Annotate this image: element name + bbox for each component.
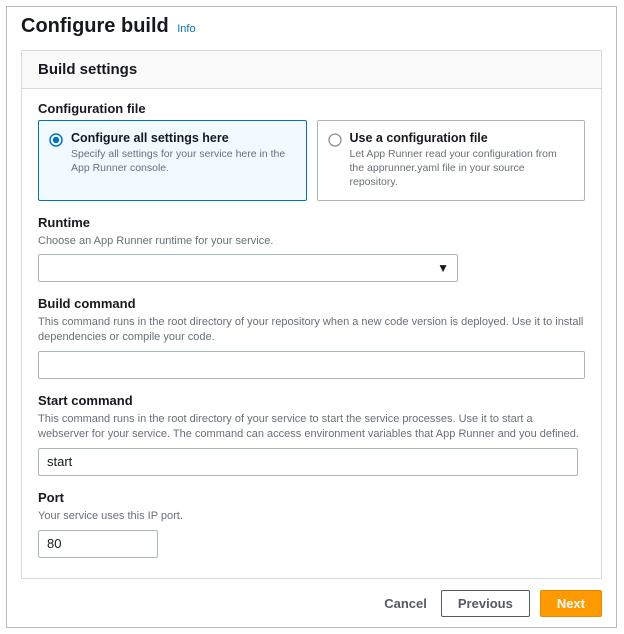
port-input[interactable] <box>38 530 158 558</box>
cancel-button[interactable]: Cancel <box>380 590 431 617</box>
runtime-label: Runtime <box>38 215 585 230</box>
page-header: Configure build Info <box>7 7 616 50</box>
radio-desc: Let App Runner read your configuration f… <box>350 147 575 190</box>
previous-button[interactable]: Previous <box>441 590 530 617</box>
build-command-label: Build command <box>38 296 585 311</box>
port-desc: Your service uses this IP port. <box>38 509 585 524</box>
start-command-desc: This command runs in the root directory … <box>38 412 585 442</box>
build-command-desc: This command runs in the root directory … <box>38 315 585 345</box>
build-command-input[interactable] <box>38 351 585 379</box>
start-command-field: Start command This command runs in the r… <box>38 393 585 476</box>
radio-content: Use a configuration file Let App Runner … <box>350 131 575 190</box>
radio-title: Configure all settings here <box>71 131 296 145</box>
info-link[interactable]: Info <box>177 23 195 35</box>
next-button[interactable]: Next <box>540 590 602 617</box>
port-field: Port Your service uses this IP port. <box>38 490 585 558</box>
radio-configure-here[interactable]: Configure all settings here Specify all … <box>38 120 307 201</box>
panel-title: Build settings <box>38 61 585 78</box>
panel-header: Build settings <box>22 51 601 89</box>
start-command-input[interactable] <box>38 448 578 476</box>
page-container: Configure build Info Build settings Conf… <box>6 6 617 628</box>
runtime-field: Runtime Choose an App Runner runtime for… <box>38 215 585 283</box>
start-command-label: Start command <box>38 393 585 408</box>
build-command-field: Build command This command runs in the r… <box>38 296 585 379</box>
chevron-down-icon: ▼ <box>437 261 449 275</box>
radio-use-config-file[interactable]: Use a configuration file Let App Runner … <box>317 120 586 201</box>
runtime-select[interactable]: ▼ <box>38 254 458 282</box>
radio-unselected-icon <box>328 133 342 147</box>
radio-selected-icon <box>49 133 63 147</box>
runtime-desc: Choose an App Runner runtime for your se… <box>38 234 585 249</box>
radio-title: Use a configuration file <box>350 131 575 145</box>
wizard-footer: Cancel Previous Next <box>380 590 602 617</box>
radio-desc: Specify all settings for your service he… <box>71 147 296 175</box>
config-file-options: Configure all settings here Specify all … <box>38 120 585 201</box>
config-file-label: Configuration file <box>38 101 585 116</box>
panel-body: Configuration file Configure all setting… <box>22 89 601 578</box>
radio-content: Configure all settings here Specify all … <box>71 131 296 190</box>
page-title: Configure build <box>21 15 169 37</box>
port-label: Port <box>38 490 585 505</box>
build-settings-panel: Build settings Configuration file Config… <box>21 50 602 579</box>
